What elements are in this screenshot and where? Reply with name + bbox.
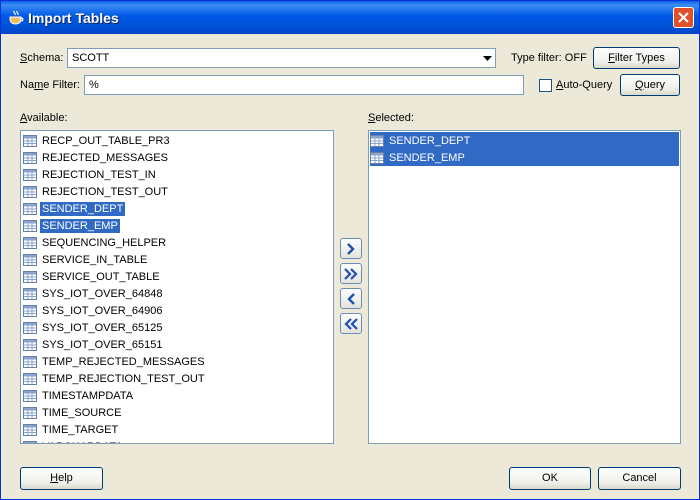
name-filter-label: Name Filter: — [20, 79, 80, 91]
list-item[interactable]: SENDER_EMP — [23, 217, 120, 234]
double-chevron-left-icon — [344, 318, 358, 330]
list-item[interactable]: SENDER_DEPT — [23, 200, 126, 217]
list-item-label: SYS_IOT_OVER_64906 — [42, 304, 163, 317]
table-icon — [23, 151, 37, 164]
schema-dropdown[interactable]: SCOTT — [67, 48, 496, 68]
table-icon — [23, 406, 37, 419]
chevron-left-icon — [347, 293, 355, 305]
table-icon — [23, 304, 37, 317]
list-item[interactable]: TIME_TARGET — [23, 421, 120, 438]
list-item[interactable]: RECP_OUT_TABLE_PR3 — [23, 132, 172, 149]
list-item[interactable]: TIME_SOURCE — [23, 404, 123, 421]
list-item[interactable]: REJECTED_MESSAGES — [23, 149, 170, 166]
available-tables-list[interactable]: VARCHARDATA TIME_TARGET TIME_SOURCE TIMESTA… — [20, 130, 334, 444]
selected-tables-list[interactable]: SENDER_EMP SENDER_DEPT — [368, 130, 681, 444]
list-item-label: RECP_OUT_TABLE_PR3 — [42, 134, 170, 147]
list-item[interactable]: TEMP_REJECTION_TEST_OUT — [23, 370, 207, 387]
list-item[interactable]: SYS_IOT_OVER_65151 — [23, 336, 164, 353]
import-tables-dialog: Import Tables Schema: SCOTT Type filter:… — [0, 0, 700, 500]
table-icon — [370, 134, 384, 147]
title-bar[interactable]: Import Tables — [1, 1, 699, 34]
query-button[interactable]: Query — [620, 74, 680, 96]
table-icon — [23, 185, 37, 198]
table-icon — [23, 355, 37, 368]
list-item[interactable]: TEMP_REJECTED_MESSAGES — [23, 353, 207, 370]
list-item[interactable]: SEQUENCING_HELPER — [23, 234, 168, 251]
list-item[interactable]: SYS_IOT_OVER_64848 — [23, 285, 164, 302]
list-item[interactable]: SENDER_EMP — [370, 149, 679, 166]
type-filter-status: Type filter: OFF — [511, 52, 587, 64]
move-selected-left-button[interactable] — [340, 288, 362, 309]
list-item[interactable]: SYS_IOT_OVER_65125 — [23, 319, 164, 336]
help-button[interactable]: Help — [20, 467, 103, 490]
table-icon — [23, 372, 37, 385]
name-filter-input[interactable] — [85, 76, 523, 94]
list-item[interactable]: SENDER_DEPT — [370, 132, 679, 149]
list-item[interactable]: TIMESTAMPDATA — [23, 387, 135, 404]
table-icon — [23, 134, 37, 147]
list-item-label: TIMESTAMPDATA — [42, 389, 134, 402]
move-all-left-button[interactable] — [340, 313, 362, 334]
cancel-button[interactable]: Cancel — [598, 467, 681, 490]
list-item-label: TEMP_REJECTION_TEST_OUT — [42, 372, 205, 385]
table-icon — [23, 236, 37, 249]
table-icon — [23, 389, 37, 402]
available-label: Available: — [20, 112, 68, 124]
list-item[interactable]: SERVICE_IN_TABLE — [23, 251, 149, 268]
list-item-label: SEQUENCING_HELPER — [42, 236, 167, 249]
table-icon — [370, 151, 384, 164]
selected-label: Selected: — [368, 112, 414, 124]
list-item-label: SYS_IOT_OVER_65151 — [42, 338, 163, 351]
auto-query-checkbox[interactable] — [539, 79, 552, 92]
schema-label: Schema: — [20, 52, 64, 64]
table-icon — [23, 287, 37, 300]
list-item-label: SERVICE_IN_TABLE — [42, 253, 148, 266]
list-item-label: TEMP_REJECTED_MESSAGES — [42, 355, 205, 368]
move-selected-right-button[interactable] — [340, 238, 362, 259]
list-item-label: REJECTION_TEST_OUT — [42, 185, 168, 198]
list-item-label: SYS_IOT_OVER_65125 — [42, 321, 163, 334]
dialog-title: Import Tables — [28, 10, 119, 26]
list-item[interactable]: VARCHARDATA — [23, 438, 125, 444]
table-icon — [23, 168, 37, 181]
name-filter-field[interactable] — [84, 75, 524, 95]
schema-value: SCOTT — [72, 52, 110, 64]
list-item-label: TIME_SOURCE — [42, 406, 122, 419]
table-icon — [23, 321, 37, 334]
ok-button[interactable]: OK — [509, 467, 591, 490]
filter-types-button[interactable]: Filter Types — [593, 47, 680, 69]
table-icon — [23, 440, 37, 443]
list-item-label: SENDER_EMP — [389, 151, 465, 164]
table-icon — [23, 270, 37, 283]
close-icon — [678, 12, 689, 23]
double-chevron-right-icon — [344, 268, 358, 280]
table-icon — [23, 219, 37, 232]
table-icon — [23, 423, 37, 436]
list-item-label: SYS_IOT_OVER_64848 — [42, 287, 163, 300]
table-icon — [23, 338, 37, 351]
list-item[interactable]: REJECTION_TEST_IN — [23, 166, 158, 183]
coffee-cup-icon — [9, 10, 24, 25]
table-icon — [23, 253, 37, 266]
list-item[interactable]: SYS_IOT_OVER_64906 — [23, 302, 164, 319]
chevron-right-icon — [347, 243, 355, 255]
list-item-label: VARCHARDATA — [40, 440, 125, 444]
auto-query-label[interactable]: Auto-Query — [556, 79, 612, 91]
list-item-label: SENDER_DEPT — [40, 201, 126, 216]
chevron-down-icon — [483, 56, 492, 61]
list-item-label: TIME_TARGET — [42, 423, 119, 436]
move-all-right-button[interactable] — [340, 263, 362, 284]
table-icon — [23, 202, 37, 215]
close-button[interactable] — [673, 7, 694, 28]
list-item-label: SERVICE_OUT_TABLE — [42, 270, 160, 283]
list-item-label: REJECTION_TEST_IN — [42, 168, 156, 181]
list-item-label: SENDER_EMP — [40, 218, 120, 233]
list-item[interactable]: REJECTION_TEST_OUT — [23, 183, 170, 200]
list-item-label: REJECTED_MESSAGES — [42, 151, 168, 164]
list-item-label: SENDER_DEPT — [389, 134, 471, 147]
list-item[interactable]: SERVICE_OUT_TABLE — [23, 268, 162, 285]
